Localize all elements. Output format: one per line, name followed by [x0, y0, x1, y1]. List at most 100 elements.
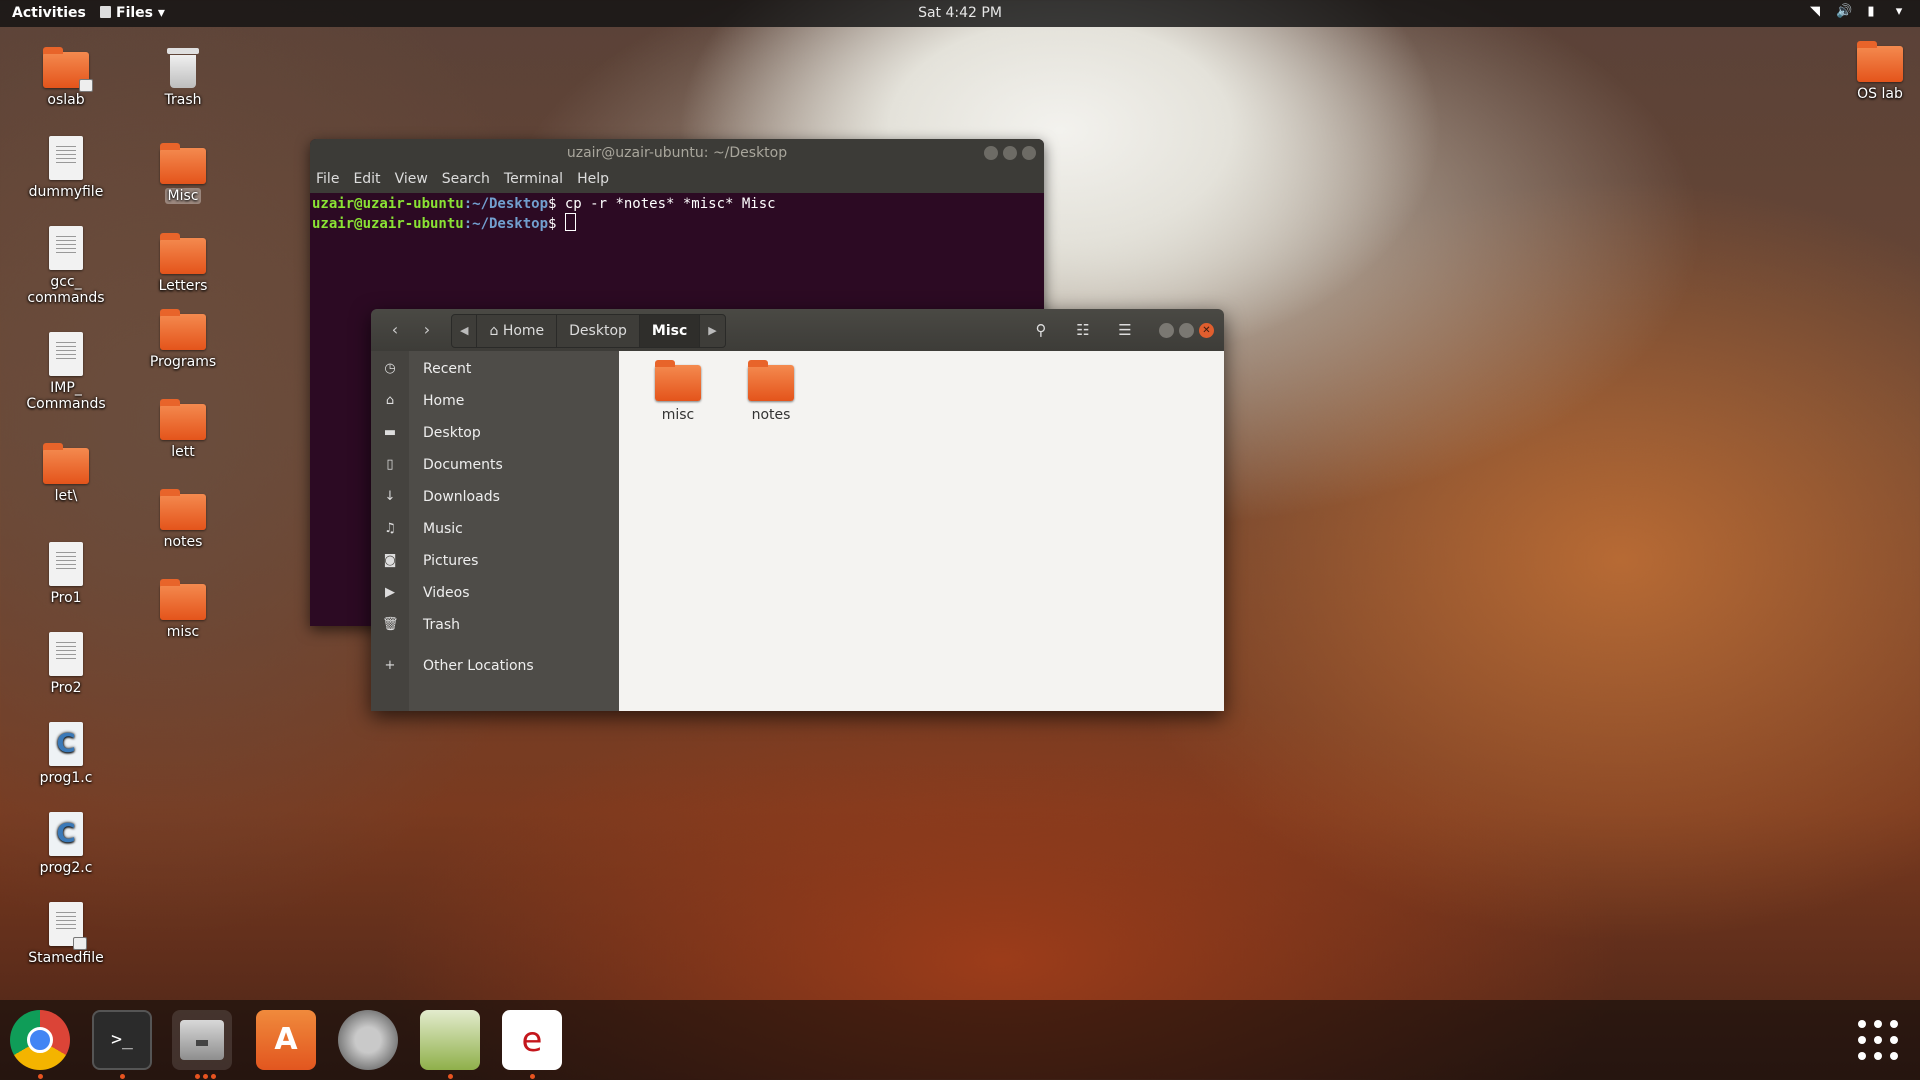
chrome-icon[interactable]: [10, 1010, 70, 1070]
desktop-icon-prog2-c[interactable]: C prog2.c: [18, 812, 114, 876]
menu-terminal[interactable]: Terminal: [504, 167, 563, 193]
terminal-title: uzair@uzair-ubuntu: ~/Desktop: [566, 145, 788, 161]
desktop-icon-label: gcc_ commands: [27, 274, 105, 306]
desktop-icon-notes[interactable]: notes: [135, 489, 231, 550]
desktop-icon-label: oslab: [47, 92, 85, 108]
breadcrumb-misc[interactable]: Misc: [639, 315, 701, 347]
sidebar-item-label: Recent: [423, 361, 472, 377]
desktop-icon-pro1[interactable]: Pro1: [18, 542, 114, 606]
close-icon[interactable]: [1022, 146, 1036, 160]
desktop-icon-gcc-commands[interactable]: gcc_ commands: [18, 226, 114, 306]
sidebar-item-pictures[interactable]: ◙ Pictures: [371, 545, 619, 577]
file-item-notes[interactable]: notes: [733, 360, 809, 423]
settings-icon[interactable]: [338, 1010, 398, 1070]
show-applications-icon[interactable]: [1858, 1020, 1898, 1060]
files-view[interactable]: misc notes: [619, 351, 1224, 711]
minimize-button[interactable]: [1159, 323, 1174, 338]
app-menu-files[interactable]: Files ▾: [100, 5, 165, 21]
desktop-icon-label: lett: [171, 444, 195, 460]
files-window[interactable]: ‹ › ◀ ⌂ Home Desktop Misc ▶ ⚲ ☷ ☰ ✕ ◷ Rec…: [371, 309, 1224, 711]
desktop-icon-label: prog1.c: [39, 770, 93, 786]
list-view-icon: ☷: [1076, 321, 1090, 339]
volume-icon[interactable]: 🔊: [1836, 4, 1852, 20]
folder-icon: [43, 47, 93, 92]
menu-edit[interactable]: Edit: [353, 167, 380, 193]
minimize-icon[interactable]: [984, 146, 998, 160]
menu-view[interactable]: View: [395, 167, 428, 193]
document-icon: [49, 226, 83, 270]
desktop-icon-imp-commands[interactable]: IMP_ Commands: [18, 332, 114, 412]
desktop-icon-misc-folder[interactable]: Misc: [135, 143, 231, 204]
c-source-icon: C: [49, 722, 83, 766]
menu-help[interactable]: Help: [577, 167, 609, 193]
desktop-icon-dummyfile[interactable]: dummyfile: [18, 136, 114, 200]
sidebar-item-videos[interactable]: ▶ Videos: [371, 577, 619, 609]
maximize-button[interactable]: [1179, 323, 1194, 338]
search-button[interactable]: ⚲: [1025, 315, 1057, 345]
editor-icon[interactable]: e: [502, 1010, 562, 1070]
sidebar-item-recent[interactable]: ◷ Recent: [371, 353, 619, 385]
document-icon: [49, 136, 83, 180]
sidebar-item-music[interactable]: ♫ Music: [371, 513, 619, 545]
file-item-label: notes: [751, 407, 791, 423]
terminal-icon[interactable]: >_: [92, 1010, 152, 1070]
back-button[interactable]: ‹: [380, 317, 410, 343]
menu-file[interactable]: File: [316, 167, 339, 193]
prompt-path: :~/Desktop: [463, 196, 549, 212]
desktop-icon-label: misc: [166, 624, 200, 640]
menu-search[interactable]: Search: [442, 167, 490, 193]
sidebar-item-desktop[interactable]: ▬ Desktop: [371, 417, 619, 449]
forward-button[interactable]: ›: [412, 317, 442, 343]
view-toggle-button[interactable]: ☷: [1067, 315, 1099, 345]
breadcrumb-scroll-left[interactable]: ◀: [452, 315, 478, 347]
sidebar-item-home[interactable]: ⌂ Home: [371, 385, 619, 417]
system-tray[interactable]: ◥ 🔊 ▮ ▾: [1808, 4, 1906, 20]
breadcrumb-scroll-right[interactable]: ▶: [700, 315, 724, 347]
lock-icon: [73, 937, 87, 950]
menu-button[interactable]: ☰: [1109, 315, 1141, 345]
sidebar-item-other-locations[interactable]: + Other Locations: [371, 650, 619, 682]
files-headerbar[interactable]: ‹ › ◀ ⌂ Home Desktop Misc ▶ ⚲ ☷ ☰ ✕: [371, 309, 1224, 351]
desktop-icon-oslab[interactable]: oslab: [18, 47, 114, 108]
desktop-icon-prog1-c[interactable]: C prog1.c: [18, 722, 114, 786]
desktop-icon-misc[interactable]: misc: [135, 579, 231, 640]
sidebar-item-trash[interactable]: 🗑 Trash: [371, 609, 619, 641]
sidebar-item-label: Videos: [423, 585, 470, 601]
files-icon[interactable]: [172, 1010, 232, 1070]
close-button[interactable]: ✕: [1199, 323, 1214, 338]
maximize-icon[interactable]: [1003, 146, 1017, 160]
software-center-icon[interactable]: A: [256, 1010, 316, 1070]
breadcrumb-home[interactable]: ⌂ Home: [477, 315, 558, 347]
terminal-output[interactable]: uzair@uzair-ubuntu:~/Desktop$ cp -r *not…: [310, 193, 1044, 233]
text-cursor: [564, 213, 576, 231]
desktop-icon-label: Programs: [149, 354, 217, 370]
breadcrumb-desktop[interactable]: Desktop: [557, 315, 640, 347]
sidebar-item-documents[interactable]: ▯ Documents: [371, 449, 619, 481]
folder-icon: [1857, 41, 1903, 82]
desktop-icon-letters[interactable]: Letters: [135, 233, 231, 294]
activities-button[interactable]: Activities: [12, 5, 86, 21]
document-icon: [49, 902, 87, 950]
document-icon: ▯: [386, 457, 394, 472]
desktop-icon-stamedfile[interactable]: Stamedfile: [18, 902, 114, 966]
desktop-icon-programs[interactable]: Programs: [135, 309, 231, 370]
desktop-icon-pro2[interactable]: Pro2: [18, 632, 114, 696]
desktop-icon-trash[interactable]: Trash: [135, 48, 231, 108]
sidebar-item-downloads[interactable]: ↓ Downloads: [371, 481, 619, 513]
wifi-icon[interactable]: ◥: [1808, 4, 1822, 20]
file-item-misc[interactable]: misc: [640, 360, 716, 423]
battery-icon[interactable]: ▮: [1864, 4, 1878, 20]
c-source-icon: C: [49, 812, 83, 856]
clock-icon: ◷: [384, 361, 396, 376]
desktop-icon-lett[interactable]: lett: [135, 399, 231, 460]
terminal-titlebar[interactable]: uzair@uzair-ubuntu: ~/Desktop: [310, 139, 1044, 167]
file-item-label: misc: [661, 407, 695, 423]
chevron-down-icon[interactable]: ▾: [1892, 4, 1906, 20]
trash-icon: [167, 48, 199, 88]
clock[interactable]: Sat 4:42 PM: [918, 5, 1002, 21]
chevron-left-icon: ‹: [391, 320, 399, 339]
desktop-icon-label: Stamedfile: [28, 950, 104, 966]
system-monitor-icon[interactable]: [420, 1010, 480, 1070]
desktop-icon-os-lab[interactable]: OS lab: [1832, 41, 1920, 102]
desktop-icon-let[interactable]: let\: [18, 443, 114, 504]
